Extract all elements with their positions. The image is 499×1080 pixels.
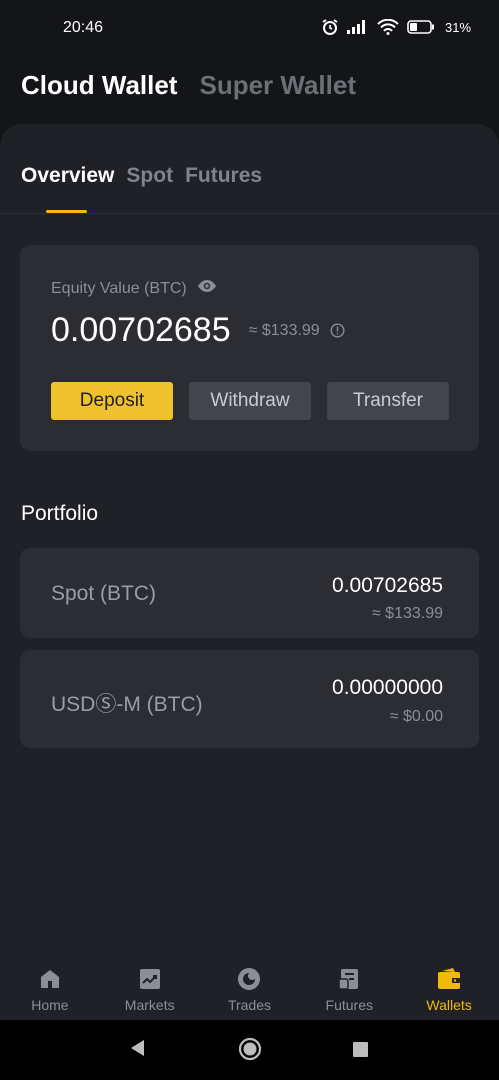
nav-trades[interactable]: Trades: [200, 958, 300, 1020]
nav-home-label: Home: [31, 997, 69, 1013]
markets-icon: [137, 966, 163, 992]
wallet-sheet: Overview Spot Futures Equity Value (BTC)…: [0, 124, 499, 964]
system-nav-bar: [0, 1020, 499, 1080]
asset-name: Spot (BTC): [51, 582, 157, 605]
account-tabs: Overview Spot Futures: [21, 164, 262, 188]
tabs-divider: [0, 213, 499, 214]
nav-home[interactable]: Home: [0, 958, 100, 1020]
tab-cloud-wallet[interactable]: Cloud Wallet: [21, 70, 177, 101]
bottom-nav: Home Markets Trades Futures Wallets: [0, 958, 499, 1020]
equity-label: Equity Value (BTC): [51, 279, 187, 297]
nav-futures-label: Futures: [325, 997, 374, 1013]
nav-markets-label: Markets: [124, 997, 175, 1013]
wallet-icon: [436, 966, 462, 992]
tab-futures[interactable]: Futures: [185, 164, 262, 188]
tab-super-wallet[interactable]: Super Wallet: [199, 70, 356, 101]
wallet-type-tabs: Cloud Wallet Super Wallet: [21, 70, 356, 101]
wifi-icon: [377, 19, 399, 35]
equity-approx-usd: ≈ $133.99: [248, 321, 320, 339]
signal-icon: [346, 20, 369, 34]
trades-icon: [236, 966, 262, 992]
withdraw-button[interactable]: Withdraw: [189, 382, 311, 420]
nav-futures[interactable]: Futures: [299, 958, 399, 1020]
equity-card: Equity Value (BTC) 0.00702685 ≈ $133.99 …: [20, 245, 479, 451]
nav-markets[interactable]: Markets: [100, 958, 200, 1020]
equity-value: 0.00702685: [51, 311, 231, 349]
nav-wallets-label: Wallets: [426, 997, 472, 1013]
asset-value: 0.00000000: [332, 676, 443, 699]
eye-icon[interactable]: [197, 279, 217, 298]
status-time: 20:46: [63, 19, 104, 36]
alarm-icon: [321, 18, 339, 36]
info-icon[interactable]: [330, 323, 345, 338]
asset-approx-usd: ≈ $0.00: [389, 708, 443, 725]
transfer-button[interactable]: Transfer: [327, 382, 449, 420]
nav-wallets[interactable]: Wallets: [399, 958, 499, 1020]
status-bar: 20:46 31%: [0, 0, 499, 58]
home-circle-icon[interactable]: [238, 1037, 262, 1066]
nav-trades-label: Trades: [227, 997, 272, 1013]
deposit-button[interactable]: Deposit: [51, 382, 173, 420]
tab-overview[interactable]: Overview: [21, 164, 114, 188]
portfolio-item-spot[interactable]: Spot (BTC) 0.00702685 ≈ $133.99: [20, 548, 479, 638]
asset-name: USDⓈ-M (BTC): [51, 693, 203, 716]
asset-value: 0.00702685: [332, 574, 443, 597]
battery-icon: [407, 20, 435, 34]
futures-icon: [336, 966, 362, 992]
portfolio-heading: Portfolio: [21, 502, 99, 525]
asset-approx-usd: ≈ $133.99: [371, 605, 443, 622]
home-icon: [37, 966, 63, 992]
recents-icon[interactable]: [353, 1042, 368, 1062]
status-icons: 31%: [321, 18, 471, 36]
tab-spot[interactable]: Spot: [126, 164, 173, 188]
battery-percent: 31%: [444, 19, 471, 35]
portfolio-item-usds-m[interactable]: USDⓈ-M (BTC) 0.00000000 ≈ $0.00: [20, 650, 479, 748]
back-icon[interactable]: [128, 1038, 146, 1063]
